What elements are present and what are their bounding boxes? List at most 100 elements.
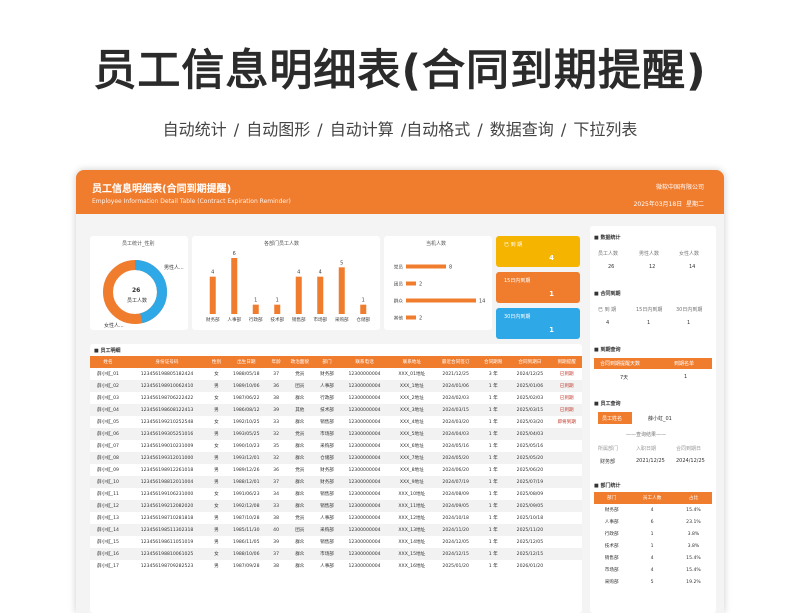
table-cell[interactable]: 123456198805182424 <box>126 368 208 380</box>
table-cell[interactable] <box>551 464 582 476</box>
table-cell[interactable]: 女 <box>208 500 225 512</box>
column-header[interactable]: 性别 <box>208 356 225 368</box>
table-cell[interactable]: 市场部 <box>315 428 339 440</box>
table-cell[interactable]: 人事部 <box>315 560 339 572</box>
table-cell[interactable]: 薛小虹_02 <box>90 380 126 392</box>
table-cell[interactable]: 1986/08/12 <box>224 404 268 416</box>
table-cell[interactable]: 1987/09/28 <box>225 560 268 572</box>
table-cell[interactable]: 党员 <box>284 464 315 476</box>
table-row[interactable]: 薛小虹_14 123456198511302318 男 1985/11/30 40 团员采… <box>90 524 582 536</box>
table-cell[interactable]: 群众 <box>284 416 315 428</box>
table-cell[interactable]: 1993/05/25 <box>224 428 268 440</box>
table-cell[interactable]: 36 <box>267 380 285 392</box>
column-header[interactable]: 到期提醒 <box>551 356 582 368</box>
table-cell[interactable]: 12300000004 <box>339 536 390 548</box>
table-cell[interactable]: 2025/03/20 <box>509 416 552 428</box>
column-header[interactable]: 年龄 <box>267 356 285 368</box>
table-row[interactable]: 薛小虹_12 123456199212082020 女 1992/12/08 33 群众销… <box>90 500 582 512</box>
table-cell[interactable]: 37 <box>267 476 285 488</box>
column-header[interactable]: 身份证号码 <box>125 356 209 368</box>
table-cell[interactable]: 123456198810061025 <box>125 548 209 560</box>
table-cell[interactable] <box>551 500 582 512</box>
table-cell[interactable]: 群众 <box>284 560 315 572</box>
table-cell[interactable]: 其他 <box>284 404 316 416</box>
table-cell[interactable]: XXX_12地址 <box>390 512 433 524</box>
table-cell[interactable]: 2024/02/03 <box>433 392 477 404</box>
table-cell[interactable]: 32 <box>267 428 285 440</box>
table-cell[interactable]: 33 <box>267 500 285 512</box>
table-cell[interactable]: 男 <box>208 452 225 464</box>
query-days-value[interactable]: 7天 <box>620 374 628 381</box>
table-cell[interactable]: 薛小虹_12 <box>90 500 126 512</box>
table-cell[interactable]: 32 <box>267 452 285 464</box>
table-cell[interactable]: 123456199210252548 <box>126 416 208 428</box>
table-cell[interactable]: 1 年 <box>478 440 509 452</box>
column-header[interactable]: 政治面貌 <box>284 356 316 368</box>
table-cell[interactable]: 2024/11/20 <box>433 524 478 536</box>
table-cell[interactable]: 1993/12/01 <box>224 452 268 464</box>
table-cell[interactable]: 12300000004 <box>339 368 390 380</box>
table-cell[interactable]: XXX_14地址 <box>390 536 433 548</box>
table-cell[interactable]: 女 <box>208 392 225 404</box>
table-cell[interactable]: 党员 <box>284 428 316 440</box>
employee-table[interactable]: 姓名 身份证号码 性别 出生日期 年龄 政治面貌 部门 联系电话 联系地址 最近合同签订 合同期限合… <box>90 356 582 572</box>
table-cell[interactable] <box>551 512 582 524</box>
table-cell[interactable]: 123456199212082020 <box>125 500 209 512</box>
table-cell[interactable]: 123456198912261018 <box>126 464 208 476</box>
table-cell[interactable]: 38 <box>268 512 285 524</box>
table-cell[interactable]: 2024/06/20 <box>433 464 477 476</box>
table-cell[interactable]: 男 <box>208 428 225 440</box>
table-cell[interactable]: 2024/09/05 <box>433 500 478 512</box>
table-cell[interactable]: 群众 <box>284 452 316 464</box>
table-cell[interactable]: 薛小虹_17 <box>90 560 126 572</box>
table-cell[interactable]: 1 年 <box>477 548 509 560</box>
table-row[interactable]: 薛小虹_10 123456198812011004 男 1988/12/01 37 群众财… <box>90 476 582 488</box>
table-cell[interactable]: 1985/11/30 <box>224 524 268 536</box>
table-cell[interactable] <box>551 524 582 536</box>
table-cell[interactable]: 财务部 <box>315 476 339 488</box>
table-row[interactable]: 薛小虹_11 123456199106231000 女 1991/06/23 34 群众销… <box>90 488 582 500</box>
table-row[interactable]: 薛小虹_02 123456198910062410 男 1989/10/06 36 团员人… <box>90 380 582 392</box>
table-cell[interactable]: 2024/04/03 <box>433 428 478 440</box>
table-cell[interactable]: 群众 <box>284 536 315 548</box>
table-cell[interactable]: 2025/12/05 <box>509 536 552 548</box>
table-cell[interactable]: 1 年 <box>478 536 509 548</box>
table-cell[interactable]: 1987/10/28 <box>225 512 268 524</box>
table-cell[interactable]: 2024/08/09 <box>433 488 477 500</box>
table-cell[interactable]: XXX_16地址 <box>390 560 433 572</box>
table-cell[interactable]: 12300000004 <box>338 404 391 416</box>
table-cell[interactable]: XXX_13地址 <box>390 524 434 536</box>
table-cell[interactable]: 2025/10/18 <box>509 512 552 524</box>
table-cell[interactable]: XXX_1地址 <box>390 380 434 392</box>
table-cell[interactable]: 123456198710281818 <box>126 512 208 524</box>
table-cell[interactable]: 销售部 <box>315 488 339 500</box>
table-cell[interactable]: 123456199305251016 <box>125 428 209 440</box>
table-cell[interactable]: 12300000004 <box>338 428 391 440</box>
table-cell[interactable]: 群众 <box>284 500 316 512</box>
table-cell[interactable]: 男 <box>208 524 225 536</box>
table-cell[interactable]: 1992/12/08 <box>224 500 268 512</box>
table-row[interactable]: 薛小虹_06 123456199305251016 男 1993/05/25 32 党员市… <box>90 428 582 440</box>
table-cell[interactable]: 33 <box>268 416 285 428</box>
table-cell[interactable]: 36 <box>268 464 285 476</box>
table-cell[interactable]: 薛小虹_14 <box>90 524 126 536</box>
table-row[interactable]: 薛小虹_04 123456198608122413 男 1986/08/12 39 其他技… <box>90 404 582 416</box>
table-cell[interactable]: 2024/12/05 <box>433 536 477 548</box>
table-cell[interactable]: 薛小虹_16 <box>90 548 126 560</box>
table-cell[interactable]: 2024/12/25 <box>509 368 552 380</box>
emp-name-select[interactable]: 薛小虹_01 <box>648 415 672 422</box>
table-cell[interactable]: 39 <box>267 404 285 416</box>
column-header[interactable]: 合同到期日 <box>508 356 552 368</box>
table-cell[interactable]: 12300000004 <box>338 524 391 536</box>
table-cell[interactable]: 即将到期 <box>551 416 582 428</box>
table-cell[interactable]: 2026/01/20 <box>509 560 552 572</box>
table-cell[interactable]: 采购部 <box>315 440 339 452</box>
table-cell[interactable]: 薛小虹_07 <box>90 440 126 452</box>
table-cell[interactable]: 2021/12/25 <box>433 368 477 380</box>
table-cell[interactable]: 人事部 <box>315 380 339 392</box>
table-row[interactable]: 薛小虹_17 123456198709282523 男 1987/09/28 38 群众人… <box>90 560 582 572</box>
table-cell[interactable]: 群众 <box>284 488 315 500</box>
table-cell[interactable]: 1990/10/23 <box>225 440 268 452</box>
table-cell[interactable]: 男 <box>208 404 225 416</box>
table-cell[interactable]: 薛小虹_13 <box>90 512 126 524</box>
